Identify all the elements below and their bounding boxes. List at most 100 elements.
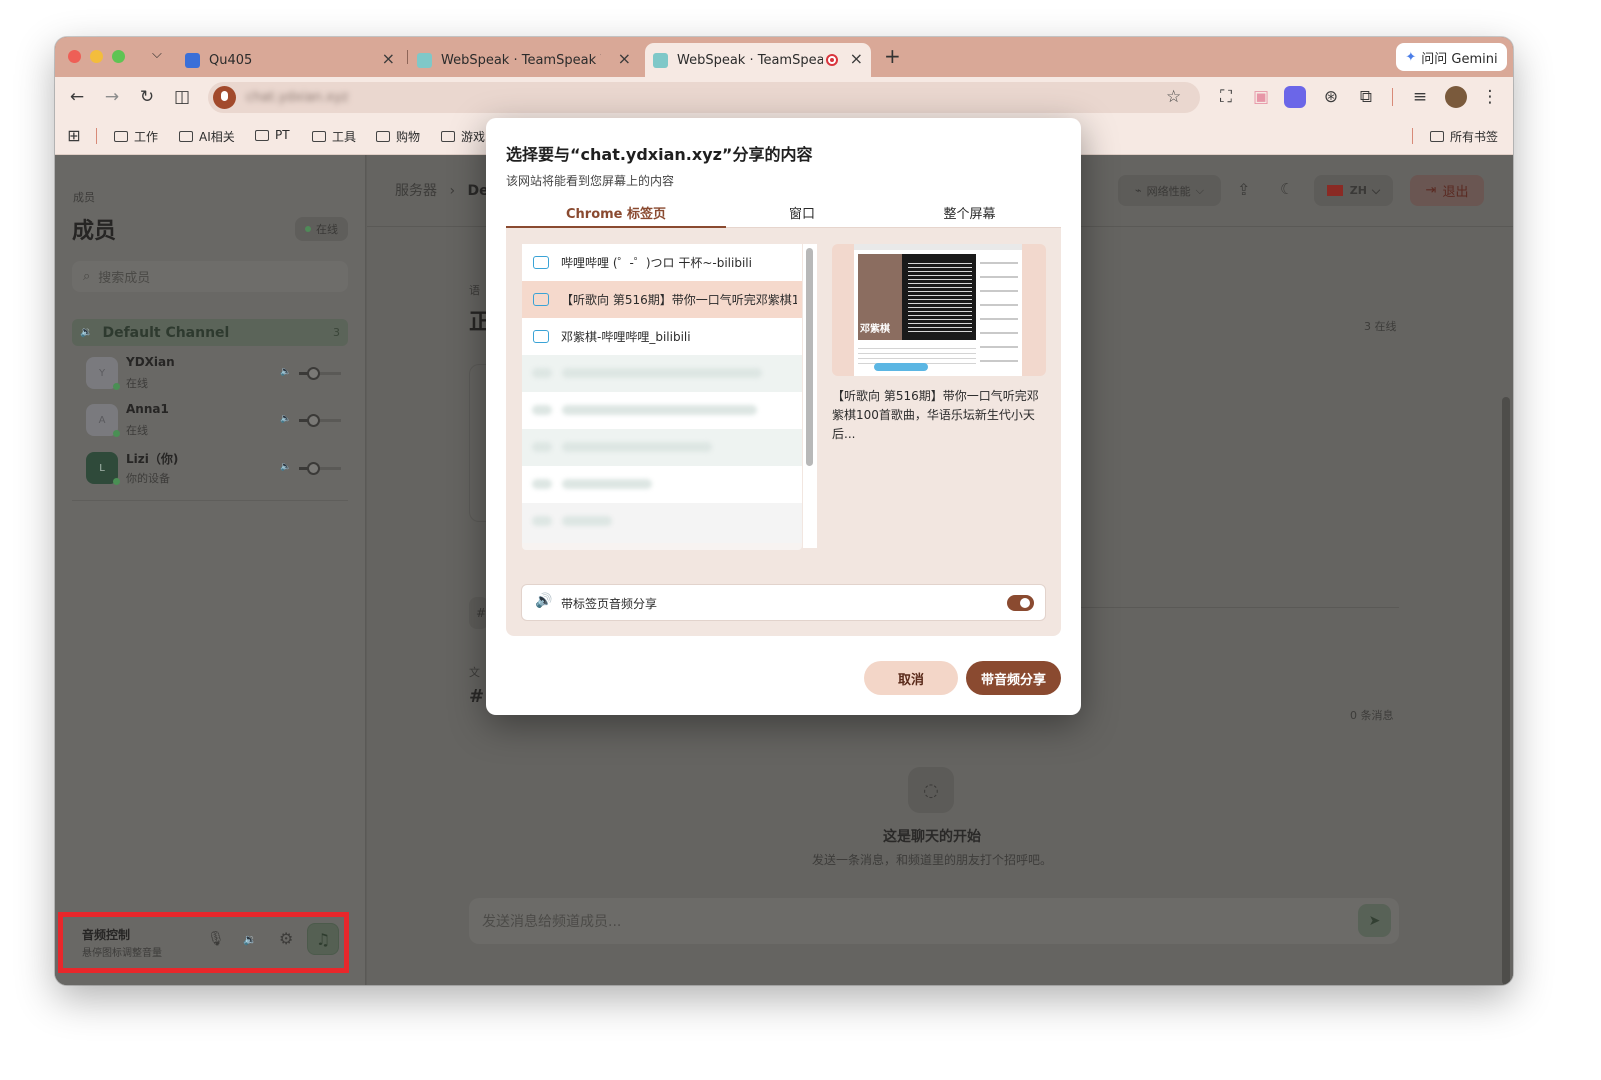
volume-icon: 🔈 — [280, 414, 292, 424]
preview-caption: 【听歌向 第516期】带你一口气听完邓紫棋100首歌曲，华语乐坛新生代小天后..… — [832, 389, 1039, 441]
bookmark-folder-ai[interactable]: AI相关 — [179, 128, 235, 145]
bilibili-extension-icon[interactable]: ▣ — [1250, 87, 1272, 107]
folder-icon — [179, 131, 193, 142]
openai-extension-icon[interactable]: ⊛ — [1320, 87, 1342, 107]
channel-member-count: 3 — [333, 326, 340, 339]
message-count: 0 条消息 — [1350, 709, 1394, 722]
screenshot-extension-icon[interactable]: ⛶ — [1215, 87, 1237, 107]
new-tab-icon[interactable]: + — [884, 44, 901, 68]
dark-mode-moon-icon[interactable]: ☾ — [1280, 180, 1293, 198]
send-button[interactable]: ➤ — [1358, 904, 1391, 937]
chat-bubble-icon: ◌ — [908, 767, 954, 813]
close-tab-icon[interactable]: × — [850, 50, 863, 68]
close-tab-icon[interactable]: × — [618, 50, 631, 68]
network-performance-button[interactable]: ⌁ 网络性能 ⌵ — [1118, 175, 1221, 206]
search-icon: ⌕ — [83, 269, 91, 284]
ai-extension-icon[interactable] — [1284, 86, 1306, 108]
breadcrumb-root-link[interactable]: 服务器 — [395, 183, 437, 199]
profile-avatar[interactable] — [1445, 86, 1467, 108]
music-note-button[interactable]: ♫ — [307, 923, 339, 955]
settings-gear-icon[interactable]: ⚙ — [279, 929, 293, 948]
tab-list-item[interactable]: 哔哩哔哩 (゜-゜)つロ 干杯~-bilibili — [522, 244, 802, 281]
dialog-subtitle: 该网站将能看到您屏幕上的内容 — [506, 174, 675, 188]
page-scrollbar[interactable] — [1502, 397, 1510, 985]
cancel-button[interactable]: 取消 — [864, 661, 958, 695]
tab-search-chevron-icon[interactable]: ⌵ — [152, 47, 162, 62]
online-count: 3 在线 — [1364, 320, 1397, 333]
audio-control-hint: 悬停图标调整音量 — [82, 948, 162, 959]
speaker-volume-icon[interactable]: 🔉 — [243, 933, 257, 946]
breadcrumb: 服务器 › De — [395, 180, 489, 200]
speaker-icon: 🔉 — [80, 327, 93, 338]
forward-arrow-icon[interactable]: → — [101, 87, 123, 107]
member-volume-slider[interactable] — [299, 414, 341, 427]
tab-list-item-blurred[interactable] — [522, 466, 802, 503]
share-with-audio-button[interactable]: 带音频分享 — [966, 661, 1061, 695]
flag-icon — [1326, 185, 1343, 196]
bookmark-star-icon[interactable]: ☆ — [1166, 87, 1181, 107]
channel-row-default[interactable]: 🔉 Default Channel 3 — [72, 319, 348, 346]
pulse-icon: ⌁ — [1135, 184, 1142, 197]
message-input[interactable]: 发送消息给频道成员... — [469, 898, 1399, 944]
tab-qu405[interactable]: Qu405 × — [185, 43, 403, 77]
bilibili-tv-icon — [533, 330, 549, 343]
address-bar[interactable]: chat.ydxian.xyz ☆ — [208, 82, 1200, 113]
tab-list-item-selected[interactable]: 【听歌向 第516期】带你一口气听完邓紫棋1( — [522, 281, 802, 318]
logout-icon: ⇥ — [1425, 183, 1437, 198]
member-row[interactable]: Y YDXian 在线 🔈 — [86, 355, 348, 395]
tab-divider — [407, 50, 408, 64]
tab-webspeak-1[interactable]: WebSpeak · TeamSpeak Web × — [417, 43, 639, 77]
member-row[interactable]: A Anna1 在线 🔈 — [86, 402, 348, 442]
sidebar-divider — [72, 500, 348, 501]
tab-list-item-blurred[interactable] — [522, 355, 802, 392]
split-view-icon[interactable]: ◫ — [171, 87, 193, 107]
tab-list-scrollbar[interactable] — [803, 244, 817, 548]
back-arrow-icon[interactable]: ← — [66, 87, 88, 107]
bookmark-folder-work[interactable]: 工作 — [114, 128, 158, 145]
volume-icon: 🔈 — [280, 462, 292, 472]
audio-share-label: 带标签页音频分享 — [561, 597, 658, 611]
member-search-input[interactable]: ⌕ 搜索成员 — [72, 261, 348, 292]
close-tab-icon[interactable]: × — [382, 50, 395, 68]
audio-share-toggle[interactable] — [1007, 595, 1034, 611]
voice-caption: 语 — [469, 284, 480, 297]
microphone-in-use-icon[interactable] — [213, 86, 236, 109]
tab-webspeak-active[interactable]: WebSpeak · TeamSpeak V × — [645, 43, 871, 77]
reading-list-icon[interactable]: ≡ — [1409, 87, 1431, 107]
gemini-button[interactable]: ✦ 问问 Gemini — [1396, 43, 1507, 71]
bookmark-folder-shopping[interactable]: 购物 — [376, 128, 420, 145]
status-dot-icon — [113, 430, 120, 437]
member-volume-slider[interactable] — [299, 462, 341, 475]
tab-list-item-blurred[interactable] — [522, 503, 802, 543]
member-volume-slider[interactable] — [299, 367, 341, 380]
zoom-window-button[interactable] — [112, 50, 125, 63]
more-menu-icon[interactable]: ⋮ — [1479, 87, 1501, 107]
qu405-favicon-icon — [185, 52, 200, 68]
tab-list-item-blurred[interactable] — [522, 429, 802, 466]
bilibili-tv-icon — [533, 293, 549, 306]
dialog-title: 选择要与“chat.ydxian.xyz”分享的内容 — [506, 145, 813, 164]
source-tab-chrome[interactable]: Chrome 标签页 — [506, 203, 726, 222]
audio-share-row: 🔊 带标签页音频分享 — [521, 584, 1046, 621]
source-tab-screen[interactable]: 整个屏幕 — [878, 203, 1061, 222]
bookmark-folder-tools[interactable]: 工具 — [312, 128, 356, 145]
logout-button[interactable]: ⇥ 退出 — [1410, 175, 1484, 206]
tab-list-item[interactable]: 邓紫棋-哔哩哔哩_bilibili — [522, 318, 802, 355]
minimize-window-button[interactable] — [90, 50, 103, 63]
bilibili-tv-icon — [533, 256, 549, 269]
microphone-icon[interactable]: 🎙 — [207, 931, 225, 947]
apps-grid-icon[interactable]: ⊞ — [63, 126, 85, 146]
share-icon[interactable]: ⇪ — [1237, 180, 1250, 199]
source-tab-window[interactable]: 窗口 — [726, 203, 878, 222]
folder-icon — [376, 131, 390, 142]
language-switcher[interactable]: ZH ⌵ — [1314, 175, 1393, 206]
all-bookmarks-folder[interactable]: 所有书签 — [1430, 128, 1498, 145]
extensions-puzzle-icon[interactable]: ⧉ — [1355, 87, 1377, 107]
folder-icon — [114, 131, 128, 142]
tab-list-item-blurred[interactable] — [522, 392, 802, 429]
bookmark-folder-pt[interactable]: PT — [255, 128, 290, 142]
member-row-self[interactable]: L Lizi（你) 你的设备 🔈 — [86, 450, 348, 490]
reload-icon[interactable]: ↻ — [136, 87, 158, 107]
close-window-button[interactable] — [68, 50, 81, 63]
bookmark-folder-games[interactable]: 游戏 — [441, 128, 485, 145]
